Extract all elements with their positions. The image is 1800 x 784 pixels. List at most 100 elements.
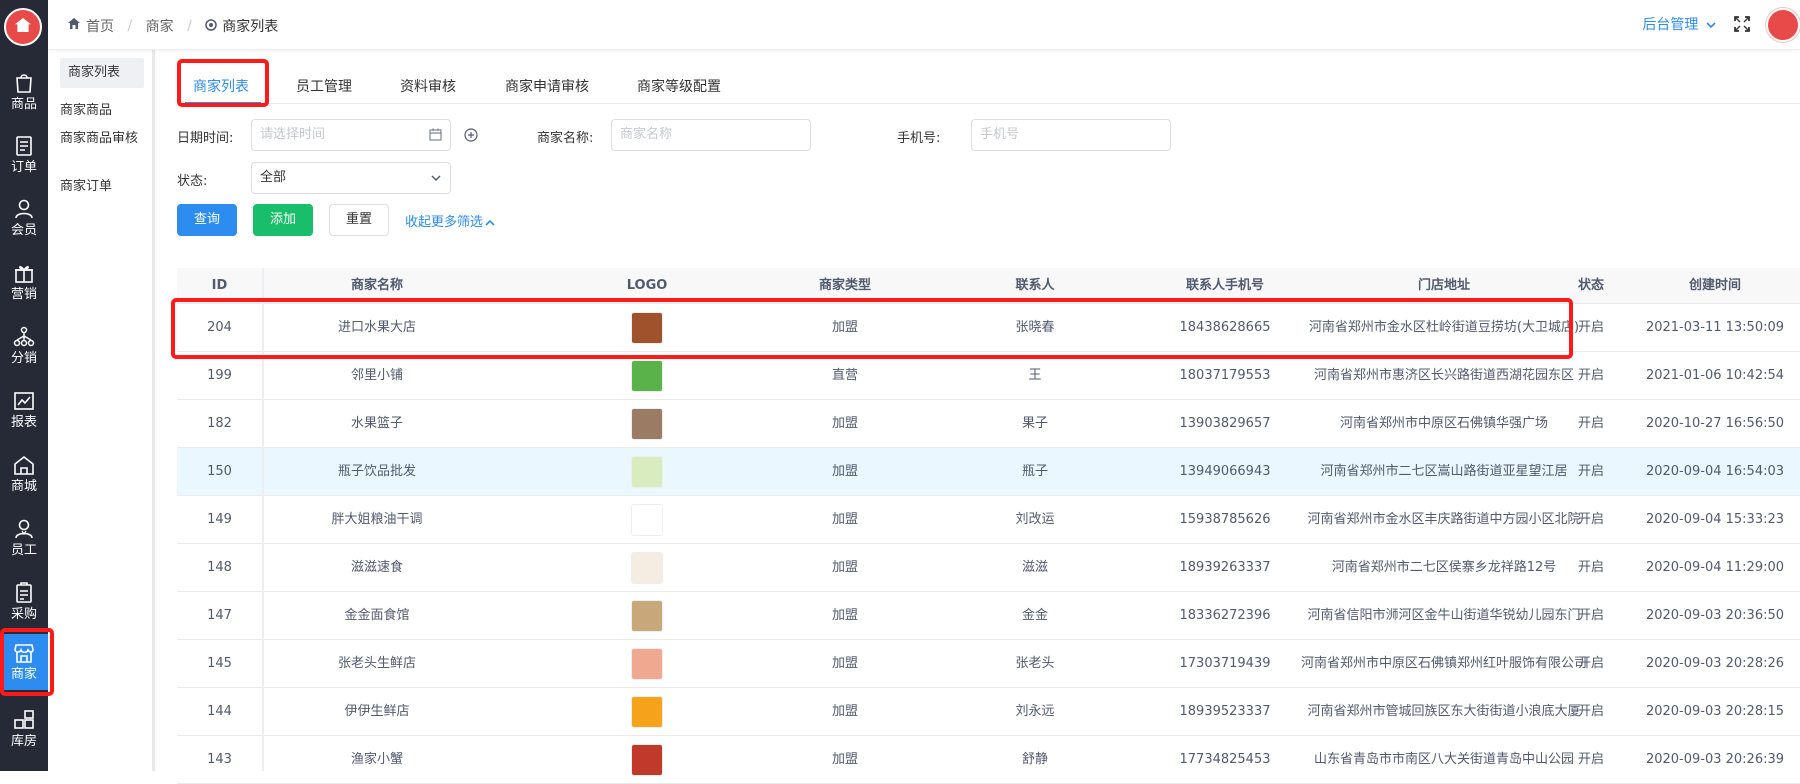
column-header-name: 商家名称 <box>350 278 403 293</box>
table-row[interactable]: 144 伊伊生鲜店 加盟 刘永远 18939523337 河南省郑州市管城回族区东大街街道… <box>177 688 1800 736</box>
chevron-down-icon <box>431 175 441 181</box>
table-row[interactable]: 148 滋滋速食 加盟 滋滋 18939263337 河南省郑州市二七区侯寨乡龙祥路12号… <box>177 544 1800 592</box>
clipboard-icon <box>16 582 32 603</box>
submenu-item-merchant-orders[interactable]: 商家订单 <box>60 178 144 196</box>
merchant-logo-image <box>631 408 663 440</box>
date-picker-input[interactable]: 请选择时间 <box>251 119 451 151</box>
table-header: ID 商家名称 LOGO 商家类型 联系人 联系人手机号 门店地址 状态 创建时… <box>177 268 1800 304</box>
breadcrumb: 首页 / 商家 / 商家列表 <box>68 16 278 36</box>
phone-input[interactable]: 手机号 <box>971 119 1171 151</box>
cell-status: 开启 <box>1577 416 1604 431</box>
rail-item-gift[interactable]: 营销 <box>0 254 48 310</box>
cell-contact: 张晓春 <box>1015 320 1055 335</box>
status-select[interactable]: 全部 <box>251 162 451 194</box>
column-divider <box>262 268 264 771</box>
cell-merchant-name: 水果篮子 <box>350 416 403 431</box>
cell-type: 加盟 <box>831 560 858 575</box>
cell-id: 147 <box>207 608 232 623</box>
cell-id: 145 <box>207 656 232 671</box>
cell-type: 加盟 <box>831 464 858 479</box>
cell-status: 开启 <box>1577 704 1604 719</box>
cell-contact: 刘永远 <box>1015 704 1055 719</box>
table-row[interactable]: 150 瓶子饮品批发 加盟 瓶子 13949066943 河南省郑州市二七区嵩山路街道亚星… <box>177 448 1800 496</box>
calendar-icon <box>429 128 442 141</box>
cell-type: 加盟 <box>831 704 858 719</box>
table-row[interactable]: 149 胖大姐粮油干调 加盟 刘改运 15938785626 河南省郑州市金水区丰庆路街道… <box>177 496 1800 544</box>
order-icon <box>16 136 32 156</box>
rail-item-network[interactable]: 分销 <box>0 318 48 374</box>
table-row[interactable]: 147 金金面食馆 加盟 金金 18336272396 河南省信阳市浉河区金牛山街道华锐幼… <box>177 592 1800 640</box>
submenu-item-merchant-goods[interactable]: 商家商品 <box>60 102 144 120</box>
merchant-logo-image <box>631 504 663 536</box>
rail-item-chart[interactable]: 报表 <box>0 382 48 438</box>
fullscreen-icon[interactable] <box>1734 16 1750 32</box>
cell-contact: 瓶子 <box>1021 464 1048 479</box>
table-row[interactable]: 143 渔家小蟹 加盟 舒静 17734825453 山东省青岛市市南区八大关街道青岛中山… <box>177 736 1800 784</box>
cell-merchant-name: 滋滋速食 <box>350 560 403 575</box>
merchant-tabs: 商家列表 员工管理 资料审核 商家申请审核 商家等级配置 <box>177 64 1800 104</box>
cell-created: 2021-01-06 10:42:54 <box>1645 368 1785 383</box>
bag-icon <box>16 74 32 93</box>
gift-icon <box>15 266 33 283</box>
cell-contact: 舒静 <box>1021 752 1048 767</box>
admin-menu-dropdown[interactable]: 后台管理 <box>1642 14 1716 34</box>
user-avatar[interactable] <box>1766 8 1800 42</box>
cell-status: 开启 <box>1577 752 1604 767</box>
tab-staff-management[interactable]: 员工管理 <box>296 76 352 96</box>
rail-item-clipboard[interactable]: 采购 <box>0 574 48 630</box>
rail-item-staff[interactable]: 员工 <box>0 510 48 566</box>
cell-status: 开启 <box>1577 656 1604 671</box>
merchant-name-label: 商家名称: <box>537 131 594 146</box>
table-row[interactable]: 182 水果篮子 加盟 果子 13903829657 河南省郑州市中原区石佛镇华强广场 开启… <box>177 400 1800 448</box>
user-icon <box>15 199 33 219</box>
home-crumb[interactable]: 首页 <box>68 16 114 36</box>
cell-id: 143 <box>207 752 232 767</box>
cell-merchant-name: 金金面食馆 <box>344 608 410 623</box>
merchant-name-input[interactable]: 商家名称 <box>611 119 811 151</box>
submenu-item-merchant-list[interactable]: 商家列表 <box>60 58 144 88</box>
rail-item-label: 分销 <box>10 351 37 366</box>
table-row[interactable]: 204 进口水果大店 加盟 张晓春 18438628665 河南省郑州市金水区杜岭街道豆捞… <box>177 304 1800 352</box>
app-logo[interactable] <box>4 8 42 46</box>
add-button[interactable]: 添加 <box>253 204 313 236</box>
breadcrumb-separator: / <box>187 18 192 34</box>
query-button[interactable]: 查询 <box>177 204 237 236</box>
warehouse-icon <box>14 710 34 729</box>
cell-type: 加盟 <box>831 656 858 671</box>
submenu-item-goods-review[interactable]: 商家商品审核 <box>60 130 144 148</box>
rail-item-label: 商品 <box>10 97 37 112</box>
merchant-crumb[interactable]: 商家 <box>146 16 174 36</box>
reset-button[interactable]: 重置 <box>329 204 389 236</box>
table-row[interactable]: 199 邻里小铺 直营王 18037179553 河南省郑州市惠济区长兴路街道西湖花园东… <box>177 352 1800 400</box>
rail-item-store[interactable]: 商家 <box>0 634 48 690</box>
rail-item-label: 会员 <box>10 223 37 238</box>
cell-contact: 张老头 <box>1015 656 1055 671</box>
merchant-logo-image <box>631 696 663 728</box>
table-row[interactable]: 145 张老头生鲜店 加盟 张老头 17303719439 河南省郑州市中原区石佛镇郑州红… <box>177 640 1800 688</box>
tab-profile-review[interactable]: 资料审核 <box>400 76 456 96</box>
rail-item-house[interactable]: 商城 <box>0 446 48 502</box>
cell-id: 199 <box>207 368 232 383</box>
rail-item-label: 商家 <box>10 667 37 682</box>
tab-application-review[interactable]: 商家申请审核 <box>505 76 589 96</box>
merchant-logo-image <box>631 552 663 584</box>
cell-created: 2020-10-27 16:56:50 <box>1645 416 1785 431</box>
cell-created: 2020-09-03 20:26:39 <box>1645 752 1785 767</box>
merchant-logo-image <box>631 456 663 488</box>
rail-item-user[interactable]: 会员 <box>0 190 48 246</box>
cell-type: 加盟 <box>831 512 858 527</box>
collapse-filters-link[interactable]: 收起更多筛选 <box>405 211 495 230</box>
rail-item-bag[interactable]: 商品 <box>0 64 48 120</box>
cell-type: 加盟 <box>831 320 858 335</box>
add-circle-icon[interactable] <box>464 128 478 142</box>
merchant-logo-image <box>631 744 663 776</box>
current-crumb: 商家列表 <box>205 16 278 36</box>
tab-merchant-list[interactable]: 商家列表 <box>193 76 249 96</box>
tab-level-config[interactable]: 商家等级配置 <box>637 76 721 96</box>
active-tab-indicator <box>185 102 261 104</box>
rail-item-order[interactable]: 订单 <box>0 127 48 183</box>
cell-status: 开启 <box>1577 320 1604 335</box>
cell-status: 开启 <box>1577 512 1604 527</box>
rail-item-warehouse[interactable]: 库房 <box>0 701 48 757</box>
network-icon <box>13 326 35 347</box>
